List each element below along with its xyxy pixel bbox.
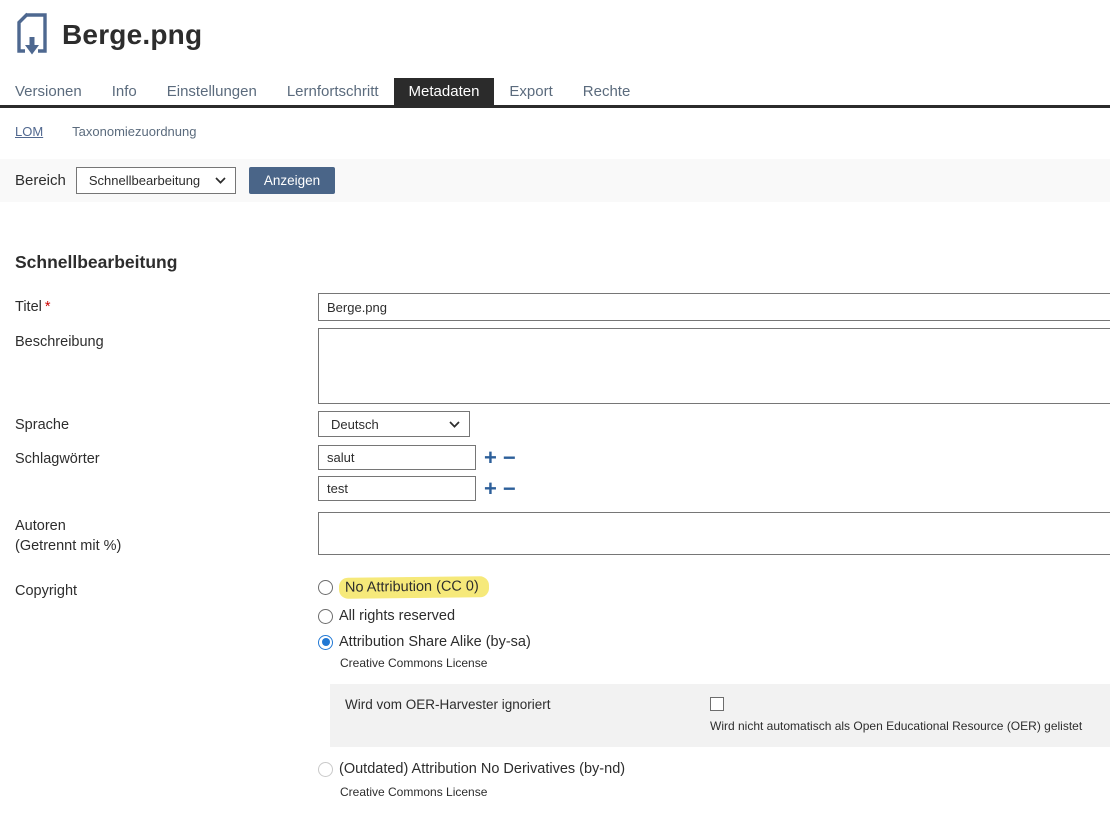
titel-input[interactable] bbox=[318, 293, 1110, 321]
copyright-option-cc0[interactable]: No Attribution (CC 0) bbox=[318, 577, 1110, 598]
oer-harvester-label: Wird vom OER-Harvester ignoriert bbox=[345, 697, 710, 712]
copyright-option-label: All rights reserved bbox=[339, 608, 455, 624]
bereich-bar: Bereich Schnellbearbeitung Anzeigen bbox=[0, 159, 1110, 202]
tab-metadaten[interactable]: Metadaten bbox=[394, 78, 495, 105]
copyright-option-label-highlighted: No Attribution (CC 0) bbox=[339, 576, 489, 599]
row-schlagwoerter: Schlagwörter + − + − bbox=[0, 445, 1110, 507]
creative-commons-license-note: Creative Commons License bbox=[340, 785, 1110, 799]
row-titel: Titel* bbox=[0, 293, 1110, 321]
copyright-option-all-rights-reserved[interactable]: All rights reserved bbox=[318, 608, 1110, 624]
chevron-down-icon bbox=[215, 177, 226, 184]
chevron-down-icon bbox=[449, 421, 460, 428]
sprache-select-value: Deutsch bbox=[331, 417, 379, 432]
tab-lernfortschritt[interactable]: Lernfortschritt bbox=[272, 78, 394, 105]
creative-commons-license-note: Creative Commons License bbox=[340, 656, 1110, 670]
subtab-taxonomiezuordnung[interactable]: Taxonomiezuordnung bbox=[72, 124, 196, 139]
form-heading: Schnellbearbeitung bbox=[15, 252, 1110, 273]
keyword-line: + − bbox=[318, 445, 1110, 470]
required-asterisk: * bbox=[45, 299, 51, 315]
titel-label: Titel* bbox=[0, 293, 318, 317]
radio-button-checked[interactable] bbox=[318, 635, 333, 650]
sprache-select[interactable]: Deutsch bbox=[318, 411, 470, 437]
copyright-option-by-nd[interactable]: (Outdated) Attribution No Derivatives (b… bbox=[318, 761, 1110, 777]
row-copyright: Copyright No Attribution (CC 0) All righ… bbox=[0, 577, 1110, 813]
copyright-option-label: (Outdated) Attribution No Derivatives (b… bbox=[339, 761, 625, 777]
remove-keyword-icon[interactable]: − bbox=[503, 447, 516, 469]
tab-bar: Versionen Info Einstellungen Lernfortsch… bbox=[0, 78, 1110, 108]
tab-rechte[interactable]: Rechte bbox=[568, 78, 646, 105]
add-keyword-icon[interactable]: + bbox=[484, 447, 497, 469]
bereich-select[interactable]: Schnellbearbeitung bbox=[76, 167, 236, 194]
sprache-label: Sprache bbox=[0, 411, 318, 435]
beschreibung-textarea[interactable] bbox=[318, 328, 1110, 404]
copyright-label: Copyright bbox=[0, 577, 318, 601]
radio-button[interactable] bbox=[318, 609, 333, 624]
remove-keyword-icon[interactable]: − bbox=[503, 478, 516, 500]
beschreibung-label: Beschreibung bbox=[0, 328, 318, 352]
row-autoren: Autoren (Getrennt mit %) bbox=[0, 512, 1110, 556]
radio-button[interactable] bbox=[318, 580, 333, 595]
row-beschreibung: Beschreibung bbox=[0, 328, 1110, 404]
file-download-icon bbox=[14, 12, 50, 58]
copyright-option-by-sa[interactable]: Attribution Share Alike (by-sa) bbox=[318, 634, 1110, 650]
keyword-line: + − bbox=[318, 476, 1110, 501]
schlagwoerter-label: Schlagwörter bbox=[0, 445, 318, 469]
tab-einstellungen[interactable]: Einstellungen bbox=[152, 78, 272, 105]
anzeigen-button[interactable]: Anzeigen bbox=[249, 167, 335, 194]
tab-versionen[interactable]: Versionen bbox=[0, 78, 97, 105]
autoren-sublabel: (Getrennt mit %) bbox=[15, 538, 121, 554]
bereich-label: Bereich bbox=[15, 172, 66, 189]
oer-harvester-checkbox[interactable] bbox=[710, 697, 724, 711]
page-title: Berge.png bbox=[62, 19, 202, 51]
autoren-input[interactable] bbox=[318, 512, 1110, 555]
keyword-input-1[interactable] bbox=[318, 445, 476, 470]
subtab-bar: LOM Taxonomiezuordnung bbox=[0, 108, 1110, 139]
bereich-select-value: Schnellbearbeitung bbox=[89, 173, 200, 188]
oer-harvester-note: Wird nicht automatisch als Open Educatio… bbox=[710, 719, 1101, 733]
row-sprache: Sprache Deutsch bbox=[0, 411, 1110, 437]
subtab-lom[interactable]: LOM bbox=[15, 124, 43, 139]
autoren-label: Autoren (Getrennt mit %) bbox=[0, 512, 318, 556]
keyword-input-2[interactable] bbox=[318, 476, 476, 501]
page-header: Berge.png bbox=[0, 0, 1110, 58]
tab-info[interactable]: Info bbox=[97, 78, 152, 105]
metadata-form: Titel* Beschreibung Sprache Deutsch Schl… bbox=[0, 293, 1110, 813]
oer-harvester-box: Wird vom OER-Harvester ignoriert Wird ni… bbox=[330, 684, 1110, 747]
radio-button-disabled[interactable] bbox=[318, 762, 333, 777]
tab-export[interactable]: Export bbox=[494, 78, 567, 105]
add-keyword-icon[interactable]: + bbox=[484, 478, 497, 500]
copyright-option-label: Attribution Share Alike (by-sa) bbox=[339, 634, 531, 650]
